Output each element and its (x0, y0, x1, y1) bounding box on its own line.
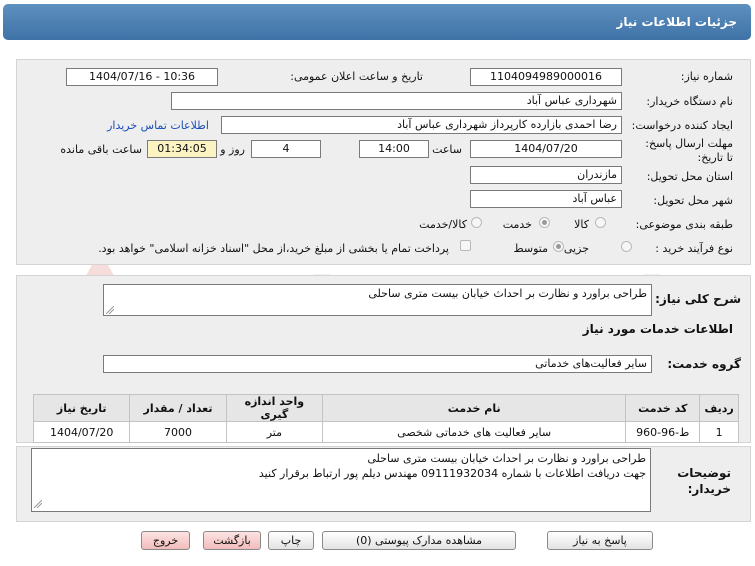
need-number-field: 1104094989000016 (470, 68, 622, 86)
table-header-row: ردیف کد خدمت نام خدمت واحد اندازه گیری ت… (32, 394, 739, 422)
creator-label: ایجاد کننده درخواست: (631, 119, 733, 132)
reply-button[interactable]: پاسخ به نیاز (547, 531, 653, 550)
col-date-header: تاریخ نیاز (32, 394, 131, 422)
category-option-both-radio[interactable] (471, 217, 482, 228)
days-label: روز و (220, 143, 245, 156)
deadline-label: مهلت ارسال پاسخ: تا تاریخ: (645, 137, 733, 164)
cell-qty: 7000 (129, 421, 227, 443)
back-button[interactable]: بازگشت (203, 531, 261, 550)
col-qty-header: تعداد / مقدار (129, 394, 227, 422)
category-option-goods-radio[interactable] (595, 217, 606, 228)
province-label: استان محل تحویل: (646, 170, 733, 183)
category-label: طبقه بندی موضوعی: (635, 218, 733, 231)
category-option-goods-label: کالا (574, 218, 589, 231)
buyer-notes-field: طراحی براورد و نظارت بر احداث خیابان بیس… (31, 448, 651, 512)
remaining-time-field: 01:34:05 (147, 140, 217, 158)
description-resize-handle-icon[interactable] (106, 306, 114, 314)
process-option-minor-radio[interactable] (621, 241, 632, 252)
buyer-notes-label: توضیحات خریدار: (677, 466, 731, 496)
col-row-header: ردیف (699, 394, 739, 422)
description-label: شرح کلی نیاز: (655, 292, 741, 306)
category-option-both-label: کالا/خدمت (419, 218, 467, 231)
buyer-notes-line2: جهت دریافت اطلاعات با شماره 09111932034 … (258, 467, 646, 480)
process-label: نوع فرآیند خرید : (655, 242, 733, 255)
exit-button[interactable]: خروج (141, 531, 190, 550)
days-field: 4 (251, 140, 321, 158)
print-button[interactable]: چاپ (268, 531, 314, 550)
attachments-button[interactable]: مشاهده مدارک پیوستی (0) (322, 531, 516, 550)
deadline-time-field: 14:00 (359, 140, 429, 158)
service-group-field: سایر فعالیت‌های خدماتی (103, 355, 652, 373)
treasury-payment-note: پرداخت تمام یا بخشی از مبلغ خرید،از محل … (98, 242, 449, 255)
cell-unit: متر (225, 421, 324, 443)
announce-field: 1404/07/16 - 10:36 (66, 68, 218, 86)
cell-code: ط-96-960 (625, 421, 701, 443)
category-option-service-label: خدمت (502, 218, 532, 231)
process-option-medium-label: متوسط (513, 242, 548, 255)
services-heading: اطلاعات خدمات مورد نیاز (582, 322, 733, 336)
creator-field: رضا احمدی بازارده کارپرداز شهرداری عباس … (221, 116, 622, 134)
remaining-label: ساعت باقی مانده (60, 143, 142, 156)
service-group-label: گروه خدمت: (667, 357, 741, 371)
deadline-time-label: ساعت (432, 143, 462, 156)
cell-name: سایر فعالیت های خدماتی شخصی (322, 421, 627, 443)
table-row: 1 ط-96-960 سایر فعالیت های خدماتی شخصی م… (32, 421, 739, 443)
city-label: شهر محل تحویل: (653, 194, 733, 207)
deadline-date-field: 1404/07/20 (470, 140, 622, 158)
page-title: جزئیات اطلاعات نیاز (616, 15, 737, 29)
city-field: عباس آباد (470, 190, 622, 208)
process-option-minor-label: جزیی (563, 242, 589, 255)
col-name-header: نام خدمت (322, 394, 627, 422)
province-field: مازندران (470, 166, 622, 184)
cell-row: 1 (699, 421, 739, 443)
treasury-payment-checkbox[interactable] (460, 240, 471, 251)
process-option-medium-radio[interactable] (553, 241, 564, 252)
announce-label: تاریخ و ساعت اعلان عمومی: (290, 70, 423, 83)
description-field: طراحی براورد و نظارت بر احداث خیابان بیس… (103, 284, 652, 316)
notes-resize-handle-icon[interactable] (34, 500, 42, 508)
buyer-notes-line1: طراحی براورد و نظارت بر احداث خیابان بیس… (367, 452, 646, 465)
services-table: ردیف کد خدمت نام خدمت واحد اندازه گیری ت… (32, 394, 739, 443)
need-number-label: شماره نیاز: (680, 70, 733, 83)
buyer-label: نام دستگاه خریدار: (646, 95, 733, 108)
col-code-header: کد خدمت (625, 394, 701, 422)
col-unit-header: واحد اندازه گیری (225, 394, 324, 422)
category-option-service-radio[interactable] (539, 217, 550, 228)
cell-date: 1404/07/20 (32, 421, 131, 443)
page-title-bar: جزئیات اطلاعات نیاز (3, 4, 751, 40)
buyer-field: شهرداری عباس آباد (171, 92, 622, 110)
contact-buyer-link[interactable]: اطلاعات تماس خریدار (107, 119, 209, 132)
